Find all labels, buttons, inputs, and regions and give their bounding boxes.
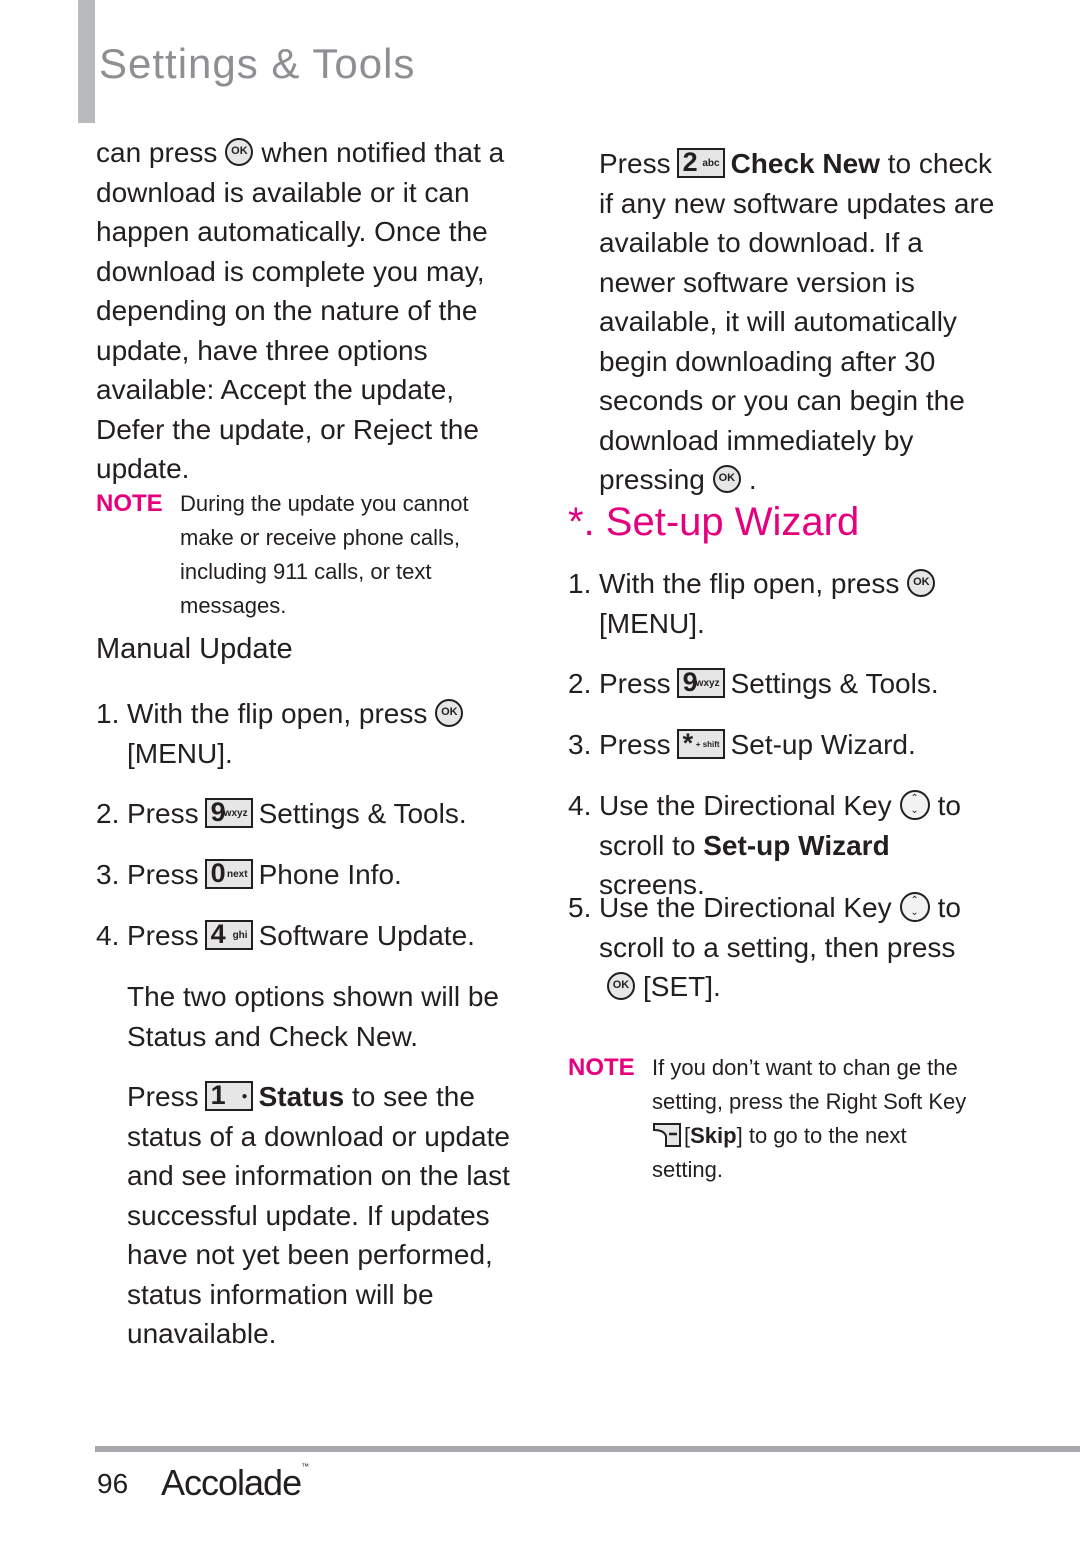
wizard-step-3: 3. Press * + shift Set-up Wizard. [568,725,998,765]
skip-label: Skip [690,1123,737,1148]
status-paragraph: Press 1 ● Status to see the status of a dow… [127,1077,517,1354]
step-menu-item: Settings & Tools. [258,798,467,829]
step-number: 5. [568,892,592,923]
step-text: Use the Directional Key [599,790,892,821]
note-text: During the update you cannot make or rec… [180,491,469,618]
step-number: 1. [568,568,592,599]
key-2-icon: 2 abc [676,147,725,178]
step-set-label: [SET]. [643,971,721,1003]
options-paragraph: The two options shown will be Status and… [127,981,499,1052]
check-new-post: to check if any new software updates are… [599,148,995,496]
step-number: 4. [568,790,592,821]
check-new-label: Check New [730,148,880,179]
footer-divider [95,1446,1080,1452]
wizard-step-1: 1. With the flip open, press OK [MENU]. [568,564,988,643]
intro-post: when notified that a download is availab… [96,137,505,484]
step-menu-item: Settings & Tools. [730,668,939,699]
section-heading-setup-wizard: *. Set-up Wizard [568,500,860,544]
step-text: With the flip open, press [599,568,900,599]
period: . [748,464,757,496]
step-number: 4. [96,920,120,951]
note-text: If you don’t want to chan ge the setting… [652,1055,967,1114]
step-menu-item: Software Update. [258,920,475,951]
step-text: Press [599,729,671,760]
wizard-step-2: 2. Press 9 wxyz Settings & Tools. [568,664,998,704]
manual-step-2: 2. Press 9 wxyz Settings & Tools. [96,794,526,834]
ok-key-icon: OK [607,971,635,1000]
key-star-icon: * + shift [676,728,725,759]
brand-logo: Accolade™ [161,1462,309,1504]
key-4-icon: 4 ghi [204,919,253,950]
brand-name: Accolade [161,1462,302,1503]
step-number: 2. [568,668,592,699]
manual-step-3: 3. Press 0 next Phone Info. [96,855,526,895]
status-post: to see the status of a download or updat… [127,1081,510,1350]
header-accent-bar [78,0,95,123]
step-menu-label: [MENU]. [599,607,705,639]
step-text: Press [127,859,199,890]
section-heading-manual-update: Manual Update [96,633,293,665]
manual-step-4: 4. Press 4 ghi Software Update. [96,916,526,956]
step-menu-label: [MENU]. [127,737,233,769]
note-update-calls: NOTE During the update you cannot make o… [96,487,506,623]
step-number: 1. [96,698,120,729]
page-number: 96 [97,1468,129,1499]
check-new-paragraph: Press 2 abc Check New to check if any new s… [599,144,999,500]
step-menu-item: Phone Info. [258,859,402,890]
step-number: 2. [96,798,120,829]
page-title: Settings & Tools [99,40,416,87]
ok-key-icon: OK [712,464,741,493]
step-number: 3. [96,859,120,890]
step-text: With the flip open, press [127,698,428,729]
key-9-icon: 9 wxyz [204,797,253,828]
step-menu-item: Set-up Wizard. [730,729,916,760]
step-text: Use the Directional Key [599,892,892,923]
status-label: Status [258,1081,345,1112]
manual-step-1: 1. With the flip open, press OK [MENU]. [96,694,516,773]
step-text: Press [127,798,199,829]
note-label: NOTE [568,1054,635,1081]
directional-key-icon: ⌃ ⌄ [899,789,930,820]
key-1-voicemail-icon: 1 ● [204,1080,253,1111]
wizard-step-5: 5. Use the Directional Key ⌃ ⌄ to scroll to… [568,888,988,1007]
step-bold: Set-up Wizard [703,829,890,861]
step-text: Press [599,668,671,699]
intro-paragraph: can press OK when notified that a download… [96,133,516,489]
intro-pre: can press [96,137,218,168]
note-skip-setting: NOTE If you don’t want to chan ge the se… [568,1051,978,1187]
ok-key-icon: OK [435,698,464,727]
key-9-icon: 9 wxyz [676,667,725,698]
step-number: 3. [568,729,592,760]
wizard-step-4: 4. Use the Directional Key ⌃ ⌄ to scroll to… [568,786,988,905]
directional-key-icon: ⌃ ⌄ [899,891,930,922]
key-0-icon: 0 next [204,858,253,889]
check-new-pre: Press [599,148,671,179]
step-text: Press [127,920,199,951]
ok-key-icon: OK [907,568,936,597]
status-pre: Press [127,1081,199,1112]
trademark: ™ [301,1462,309,1471]
right-soft-key-icon [652,1122,682,1148]
note-label: NOTE [96,490,163,517]
ok-key-icon: OK [225,137,254,166]
